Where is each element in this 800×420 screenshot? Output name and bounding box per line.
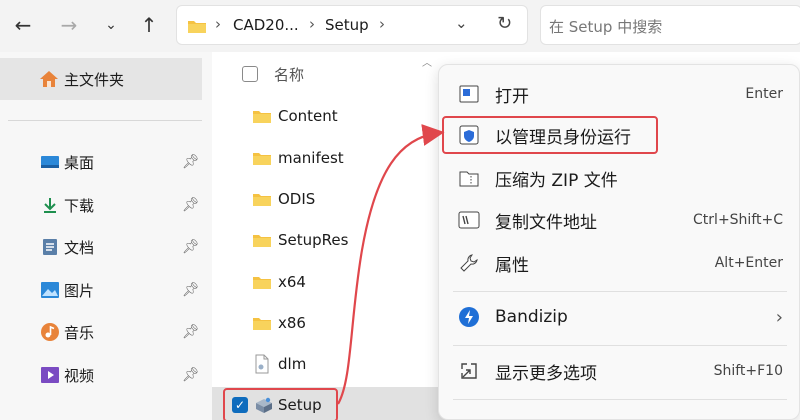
folder-icon — [253, 111, 271, 123]
forward-arrow-icon[interactable]: → — [54, 10, 84, 40]
file-row-x86[interactable]: x86 — [212, 305, 452, 341]
file-name: manifest — [278, 149, 344, 167]
file-row-odis[interactable]: ODIS — [212, 181, 452, 217]
home-icon — [40, 71, 58, 87]
menu-item-open[interactable]: 打开 Enter — [439, 74, 800, 114]
pictures-icon — [40, 280, 60, 300]
bandizip-icon — [457, 305, 481, 329]
music-icon — [40, 322, 60, 342]
file-name: dlm — [278, 355, 307, 373]
column-header-label: 名称 — [274, 66, 305, 84]
more-options-icon — [457, 359, 481, 383]
folder-icon — [253, 153, 271, 165]
file-name: x86 — [278, 314, 306, 332]
menu-item-shortcut: Shift+F10 — [713, 363, 783, 379]
submenu-chevron-icon: › — [775, 306, 783, 328]
sidebar-item-home[interactable]: 主文件夹 — [0, 58, 202, 100]
breadcrumb-separator-icon: › — [309, 15, 315, 33]
sidebar-item-videos[interactable]: 视频 📌︎ — [0, 357, 212, 393]
navigation-bar: ← → ⌄ ↑ › CAD20... › Setup › ⌄ ↻ 在 Setup… — [0, 0, 800, 52]
file-row-dlm[interactable]: dlm — [212, 346, 452, 382]
menu-item-shortcut: Enter — [745, 86, 783, 102]
address-bar[interactable]: › CAD20... › Setup › ⌄ ↻ — [176, 5, 528, 45]
file-row-x64[interactable]: x64 — [212, 264, 452, 300]
menu-item-bandizip[interactable]: Bandizip › — [439, 297, 800, 337]
sidebar-divider — [8, 120, 202, 121]
breadcrumb-segment-parent[interactable]: CAD20... — [233, 16, 299, 34]
column-header-name[interactable]: 名称 ︿ — [212, 58, 452, 90]
menu-item-properties[interactable]: 属性 Alt+Enter — [439, 243, 800, 283]
sidebar-item-desktop[interactable]: 桌面 📌︎ — [0, 144, 212, 180]
menu-item-label: Bandizip — [495, 307, 568, 327]
sidebar-item-label: 桌面 — [64, 153, 95, 172]
navigation-pane: 主文件夹 桌面 📌︎ 下载 📌︎ 文档 📌︎ 图片 📌︎ 音乐 📌︎ 视频 📌︎ — [0, 52, 212, 420]
up-arrow-icon[interactable]: ↑ — [134, 10, 164, 40]
sidebar-item-pictures[interactable]: 图片 📌︎ — [0, 272, 212, 308]
file-row-setupres[interactable]: SetupRes — [212, 222, 452, 258]
breadcrumb-segment-current[interactable]: Setup — [325, 16, 369, 34]
file-row-manifest[interactable]: manifest — [212, 140, 452, 176]
file-row-content[interactable]: Content — [212, 98, 452, 134]
folder-icon — [253, 235, 271, 247]
menu-item-label: 复制文件地址 — [495, 212, 597, 233]
video-icon — [40, 365, 60, 385]
menu-separator — [453, 399, 787, 400]
menu-item-compress-zip[interactable]: 压缩为 ZIP 文件 — [439, 158, 800, 198]
file-name: ODIS — [278, 190, 316, 208]
open-icon — [457, 82, 481, 106]
address-dropdown-chevron-icon[interactable]: ⌄ — [455, 14, 468, 32]
breadcrumb-separator-icon[interactable]: › — [379, 15, 385, 33]
select-all-checkbox[interactable] — [242, 66, 258, 82]
desktop-icon — [40, 152, 60, 172]
pin-icon[interactable]: 📌︎ — [182, 282, 200, 298]
menu-item-show-more-options[interactable]: 显示更多选项 Shift+F10 — [439, 351, 800, 391]
folder-icon — [253, 194, 271, 206]
menu-item-label: 打开 — [495, 86, 529, 107]
recent-locations-chevron-icon[interactable]: ⌄ — [96, 10, 126, 40]
file-icon — [255, 354, 269, 374]
pin-icon[interactable]: 📌︎ — [182, 367, 200, 383]
menu-item-copy-path[interactable]: 复制文件地址 Ctrl+Shift+C — [439, 200, 800, 240]
sidebar-item-music[interactable]: 音乐 📌︎ — [0, 314, 212, 350]
sidebar-item-label: 视频 — [64, 366, 95, 385]
file-name: x64 — [278, 273, 306, 291]
menu-separator — [453, 291, 787, 292]
sidebar-item-documents[interactable]: 文档 📌︎ — [0, 229, 212, 265]
folder-icon — [253, 277, 271, 289]
folder-icon — [253, 318, 271, 330]
sidebar-item-label: 文档 — [64, 238, 95, 257]
sort-ascending-icon: ︿ — [422, 58, 432, 69]
download-icon — [40, 195, 60, 215]
pin-icon[interactable]: 📌︎ — [182, 154, 200, 170]
menu-item-shortcut: Ctrl+Shift+C — [693, 212, 783, 228]
pin-icon[interactable]: 📌︎ — [182, 324, 200, 340]
document-icon — [40, 237, 60, 257]
search-input[interactable]: 在 Setup 中搜索 — [540, 5, 800, 45]
menu-item-label: 属性 — [495, 255, 529, 276]
sidebar-item-label: 下载 — [64, 196, 95, 215]
sidebar-item-downloads[interactable]: 下载 📌︎ — [0, 187, 212, 223]
copy-path-icon — [457, 208, 481, 232]
menu-item-label: 压缩为 ZIP 文件 — [495, 170, 618, 191]
menu-item-label: 显示更多选项 — [495, 363, 597, 384]
highlight-box-run-as-admin — [442, 116, 658, 154]
highlight-box-setup — [223, 388, 338, 420]
file-name: Content — [278, 107, 338, 125]
file-list: 名称 ︿ Content manifest ODIS SetupRes x64 … — [212, 52, 452, 420]
breadcrumb-separator-icon: › — [215, 15, 221, 33]
zip-icon — [457, 166, 481, 190]
sidebar-item-label: 图片 — [64, 281, 95, 300]
pin-icon[interactable]: 📌︎ — [182, 197, 200, 213]
back-arrow-icon[interactable]: ← — [8, 10, 38, 40]
wrench-icon — [457, 251, 481, 275]
menu-item-shortcut: Alt+Enter — [714, 255, 783, 271]
pin-icon[interactable]: 📌︎ — [182, 239, 200, 255]
sidebar-item-label: 音乐 — [64, 323, 95, 342]
file-name: SetupRes — [278, 231, 349, 249]
sidebar-item-label: 主文件夹 — [64, 70, 125, 89]
folder-icon — [188, 21, 206, 33]
menu-separator — [453, 345, 787, 346]
refresh-icon[interactable]: ↻ — [497, 13, 512, 34]
